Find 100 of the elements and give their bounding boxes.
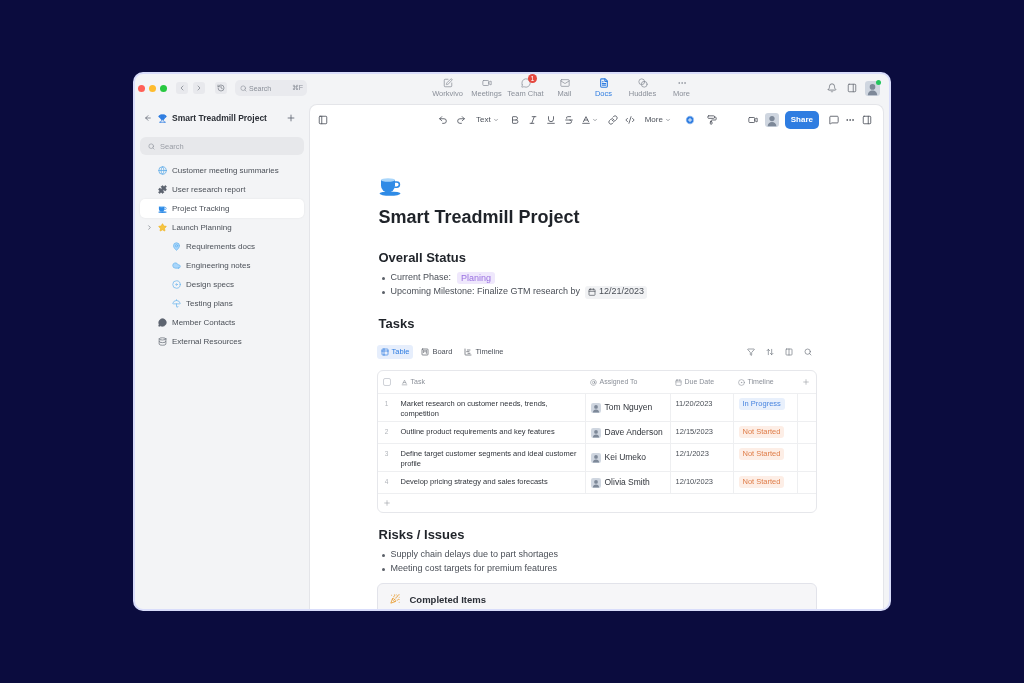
section-title: Completed Items bbox=[409, 594, 487, 605]
share-button[interactable]: Share bbox=[784, 111, 819, 129]
columns-icon[interactable] bbox=[784, 348, 793, 356]
notification-bell-icon[interactable] bbox=[827, 83, 837, 93]
add-column-icon[interactable] bbox=[802, 378, 810, 386]
overlapping-circles-icon bbox=[637, 78, 648, 88]
link-icon[interactable] bbox=[607, 115, 618, 125]
code-icon[interactable] bbox=[624, 115, 635, 125]
search-icon bbox=[240, 84, 247, 92]
cloud-icon bbox=[172, 261, 181, 270]
table-icon bbox=[380, 348, 389, 356]
globe-icon bbox=[158, 166, 167, 175]
circle-dot-icon bbox=[737, 378, 745, 386]
avatar-icon[interactable] bbox=[865, 80, 880, 96]
bullet-text: Meeting cost targets for premium features bbox=[390, 562, 558, 576]
assignee-name: Olivia Smith bbox=[604, 477, 650, 488]
filter-icon[interactable] bbox=[746, 348, 755, 356]
document-title: Smart Treadmill Project bbox=[378, 206, 581, 228]
at-sign-icon bbox=[589, 378, 597, 386]
zoom-button[interactable] bbox=[160, 84, 167, 92]
bullet-icon bbox=[381, 567, 385, 571]
document-icon bbox=[598, 78, 609, 88]
back-arrow-icon[interactable] bbox=[144, 114, 152, 122]
sidebar-item[interactable]: Engineering notes bbox=[140, 256, 304, 275]
chat-bubble-icon bbox=[520, 78, 531, 88]
sidebar-item[interactable]: Customer meeting summaries bbox=[140, 161, 304, 180]
paint-roller-icon[interactable] bbox=[706, 115, 717, 125]
close-button[interactable] bbox=[138, 84, 145, 92]
star-icon bbox=[158, 223, 167, 232]
calendar-icon bbox=[674, 378, 682, 386]
database-icon bbox=[158, 337, 167, 346]
search-icon[interactable] bbox=[803, 348, 812, 356]
side-panel-icon[interactable] bbox=[847, 83, 857, 93]
add-icon[interactable] bbox=[286, 113, 296, 123]
redo-icon[interactable] bbox=[456, 115, 466, 125]
avatar-icon bbox=[590, 452, 601, 463]
history-icon[interactable] bbox=[215, 82, 227, 94]
chevron-icon[interactable] bbox=[146, 224, 153, 231]
party-popper-icon bbox=[389, 594, 400, 604]
italic-icon[interactable] bbox=[527, 115, 538, 125]
insert-icon[interactable] bbox=[684, 115, 695, 125]
caret-icon bbox=[591, 117, 598, 123]
sidebar-item[interactable]: User research report bbox=[140, 180, 304, 199]
more-dropdown[interactable]: More bbox=[644, 114, 671, 126]
assignee-name: Dave Anderson bbox=[604, 427, 663, 438]
comment-icon[interactable] bbox=[828, 115, 839, 125]
assignee-name: Kei Umeko bbox=[604, 452, 647, 463]
umbrella-icon bbox=[172, 299, 181, 308]
back-icon[interactable] bbox=[176, 82, 188, 94]
calendar-icon bbox=[588, 288, 597, 296]
text-color-button[interactable] bbox=[580, 115, 598, 125]
sidebar-item[interactable]: Project Tracking bbox=[140, 199, 304, 218]
sidebar-item[interactable]: Testing plans bbox=[140, 294, 304, 313]
side-panel-icon[interactable] bbox=[861, 115, 872, 125]
text-color-icon bbox=[580, 115, 591, 125]
bullet-icon bbox=[381, 553, 385, 557]
teacup-icon bbox=[158, 204, 167, 213]
avatar-icon bbox=[590, 427, 601, 438]
text-style-dropdown[interactable]: Text bbox=[476, 114, 499, 126]
timeline-icon bbox=[464, 348, 473, 356]
square-pen-icon bbox=[442, 78, 453, 88]
video-camera-icon bbox=[481, 78, 492, 88]
caret-icon bbox=[664, 117, 671, 123]
bullet-icon bbox=[381, 276, 385, 280]
mail-icon bbox=[559, 78, 570, 88]
section-heading: Tasks bbox=[378, 316, 416, 332]
date-chip[interactable]: 12/21/2023 bbox=[585, 285, 648, 299]
search-icon bbox=[148, 142, 155, 150]
sidebar-item[interactable]: Member Contacts bbox=[140, 313, 304, 332]
video-camera-icon[interactable] bbox=[747, 115, 758, 125]
sidebar-item[interactable]: External Resources bbox=[140, 332, 304, 351]
section-heading: Risks / Issues bbox=[378, 527, 466, 543]
trophy-icon bbox=[158, 113, 167, 123]
section-heading: Overall Status bbox=[378, 250, 467, 266]
bullet-text: Upcoming Milestone: Finalize GTM research by bbox=[390, 285, 581, 299]
underline-icon[interactable] bbox=[545, 115, 556, 125]
avatar-icon[interactable] bbox=[764, 113, 779, 127]
disc-icon bbox=[172, 280, 181, 289]
puzzle-icon bbox=[158, 185, 167, 194]
sidebar-item[interactable]: Launch Planning bbox=[140, 218, 304, 237]
sidebar-item[interactable]: Design specs bbox=[140, 275, 304, 294]
undo-icon[interactable] bbox=[438, 115, 448, 125]
strikethrough-icon[interactable] bbox=[563, 115, 574, 125]
bullet-text: Supply chain delays due to part shortages bbox=[390, 548, 559, 562]
sidebar-toggle-icon[interactable] bbox=[318, 115, 328, 125]
select-all-checkbox[interactable] bbox=[382, 378, 391, 386]
bold-icon[interactable] bbox=[509, 115, 520, 125]
forward-icon[interactable] bbox=[193, 82, 205, 94]
add-row-icon[interactable] bbox=[382, 499, 391, 507]
avatar-icon bbox=[590, 402, 601, 413]
bullet-icon bbox=[381, 290, 385, 294]
text-field-icon bbox=[400, 378, 408, 386]
bullet-text: Current Phase: bbox=[390, 271, 452, 285]
sort-icon[interactable] bbox=[765, 348, 774, 356]
avatar-icon bbox=[590, 477, 601, 488]
chat-bubble-icon bbox=[158, 318, 167, 327]
phase-tag: Planing bbox=[457, 272, 496, 284]
pin-icon bbox=[172, 242, 181, 251]
sidebar-item[interactable]: Requirements docs bbox=[140, 237, 304, 256]
assignee-name: Tom Nguyen bbox=[604, 402, 653, 413]
